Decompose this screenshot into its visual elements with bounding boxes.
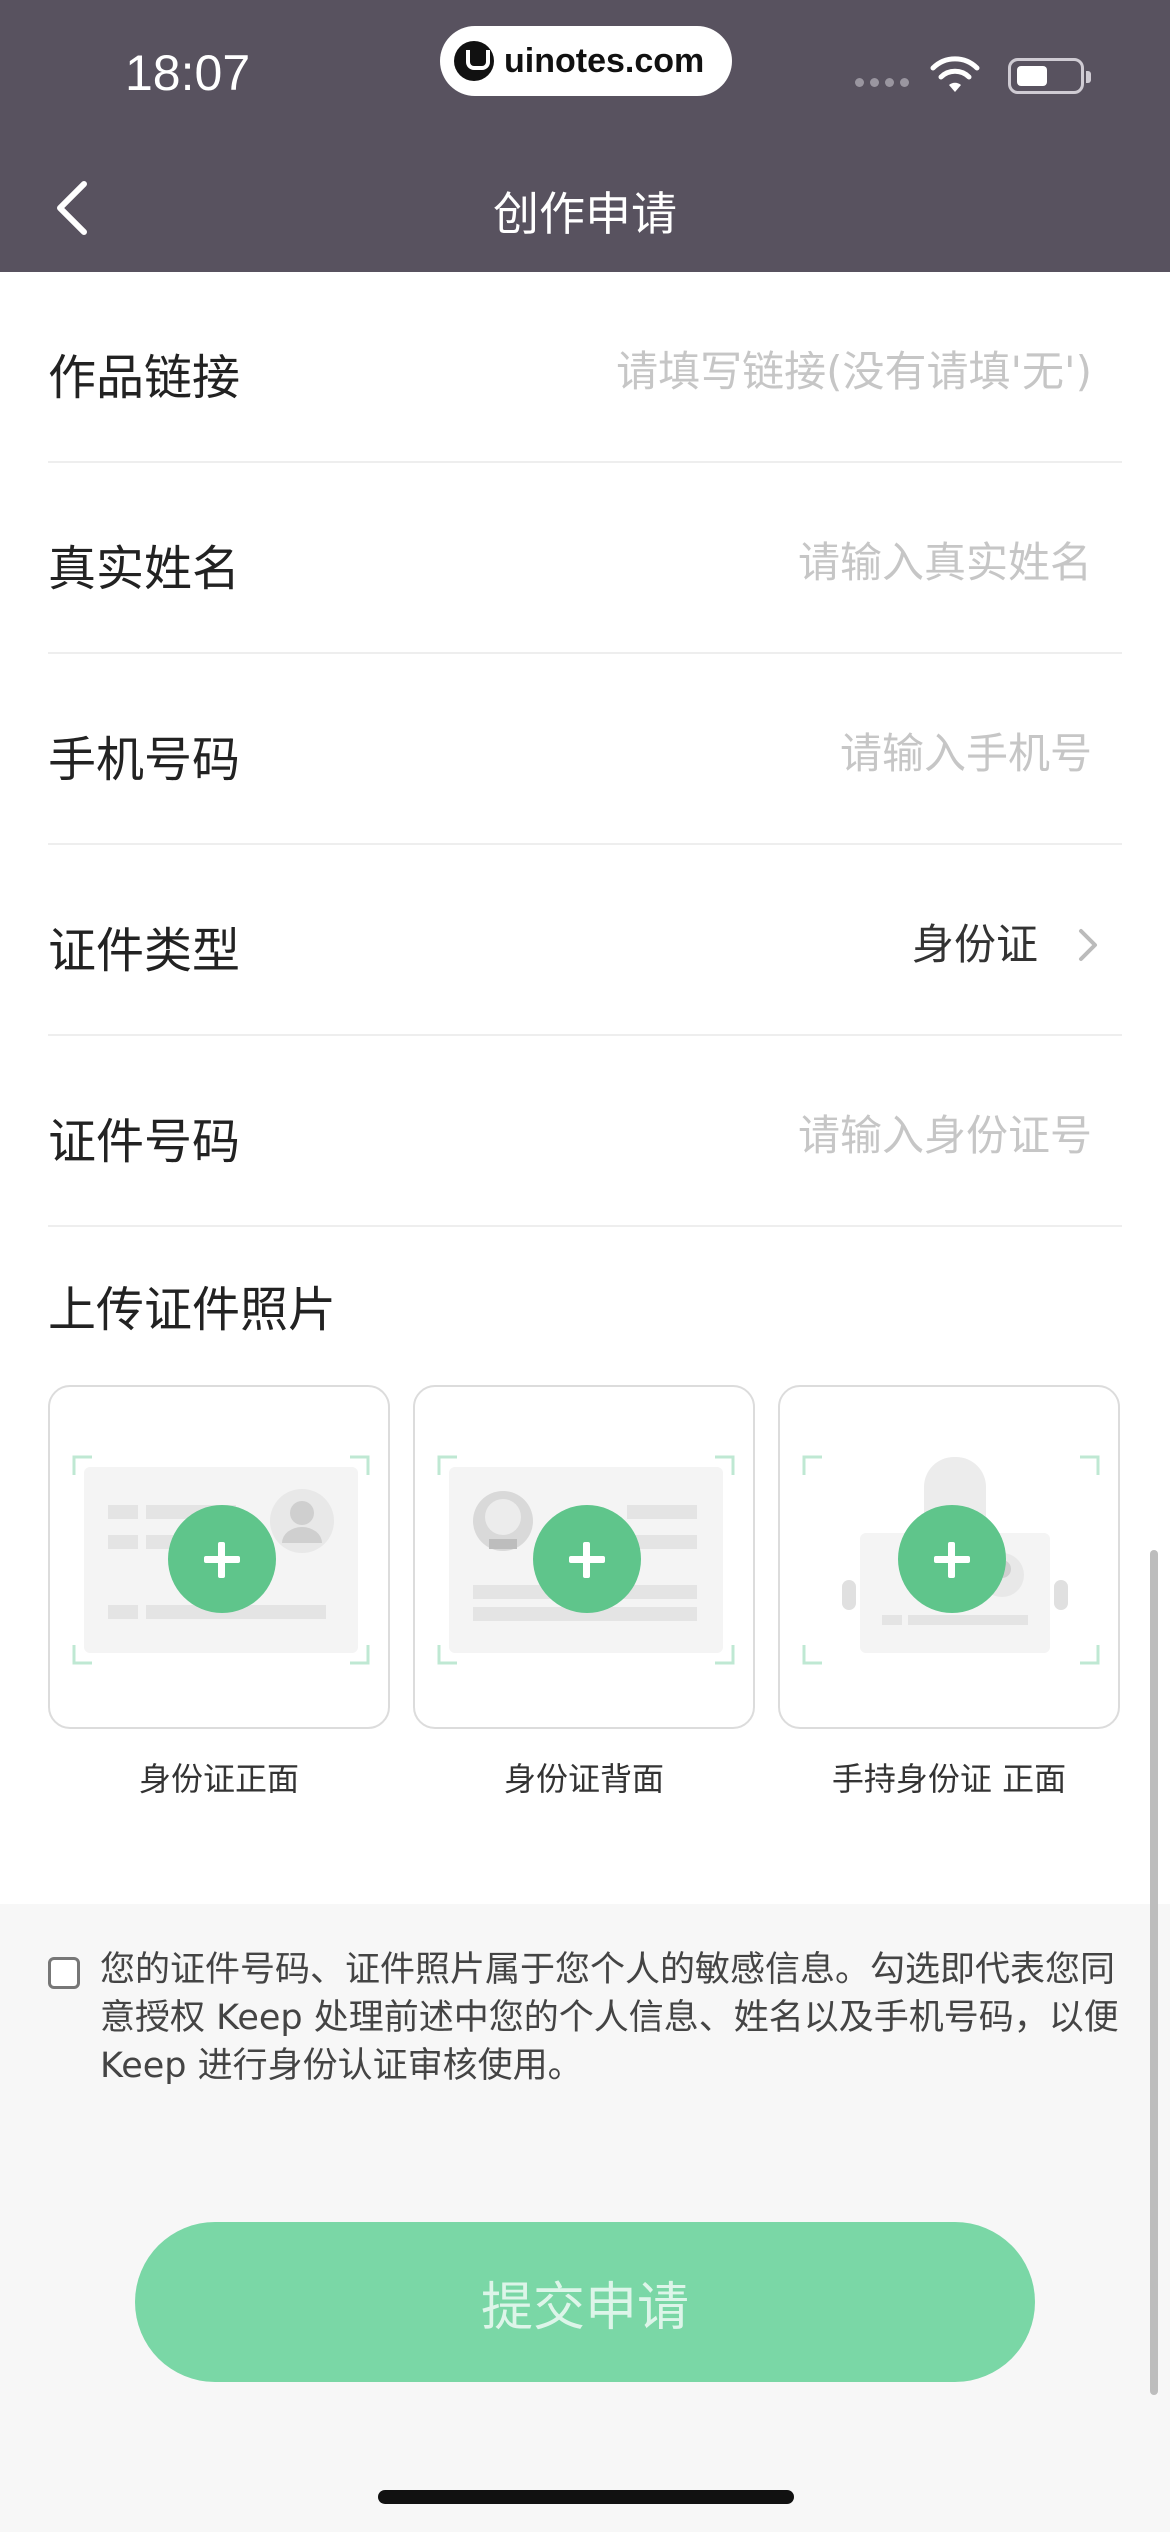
upload-id-front-card[interactable] — [48, 1385, 390, 1729]
battery-icon — [1008, 58, 1091, 94]
id-number-input[interactable]: 请输入身份证号 — [798, 1102, 1092, 1163]
upload-title: 上传证件照片 — [48, 1282, 337, 1338]
scrollbar[interactable] — [1150, 1550, 1158, 2395]
id-back-label: 身份证背面 — [503, 1760, 664, 1798]
id-type-value[interactable]: 身份证 — [912, 911, 1038, 972]
consent-checkbox[interactable] — [48, 1957, 80, 1989]
submit-button[interactable]: 提交申请 — [135, 2222, 1035, 2382]
id-type-label: 证件类型 — [48, 923, 241, 979]
add-photo-icon[interactable] — [898, 1505, 1006, 1613]
add-photo-icon[interactable] — [168, 1505, 276, 1613]
work-link-row[interactable]: 作品链接 请填写链接(没有请填'无') — [48, 272, 1122, 463]
id-type-row[interactable]: 证件类型 身份证 — [48, 845, 1122, 1036]
status-time: 18:07 — [125, 45, 251, 101]
add-photo-icon[interactable] — [533, 1505, 641, 1613]
application-form: 作品链接 请填写链接(没有请填'无') 真实姓名 请输入真实姓名 手机号码 请输… — [0, 272, 1170, 1227]
work-link-label: 作品链接 — [48, 350, 241, 406]
phone-row[interactable]: 手机号码 请输入手机号 — [48, 654, 1122, 845]
phone-input[interactable]: 请输入手机号 — [840, 720, 1092, 781]
header: 18:07 uinotes.com 创作申请 — [0, 0, 1170, 272]
url-text: uinotes.com — [504, 41, 705, 80]
page-title: 创作申请 — [493, 187, 677, 241]
real-name-label: 真实姓名 — [48, 541, 241, 597]
phone-label: 手机号码 — [48, 732, 241, 788]
consent-text: 您的证件号码、证件照片属于您个人的敏感信息。勾选即代表您同意授权 Keep 处理… — [100, 1950, 1119, 2086]
url-pill[interactable]: uinotes.com — [440, 26, 732, 96]
upload-handheld-id-card[interactable] — [778, 1385, 1120, 1729]
handheld-id-label: 手持身份证 正面 — [831, 1760, 1067, 1798]
wifi-icon — [930, 56, 980, 92]
real-name-row[interactable]: 真实姓名 请输入真实姓名 — [48, 463, 1122, 654]
chevron-right-icon — [1079, 929, 1097, 961]
id-front-label: 身份证正面 — [138, 1760, 299, 1798]
upload-id-back-card[interactable] — [413, 1385, 755, 1729]
home-indicator — [378, 2490, 794, 2504]
site-logo-icon — [454, 41, 494, 81]
id-number-row[interactable]: 证件号码 请输入身份证号 — [48, 1036, 1122, 1227]
work-link-input[interactable]: 请填写链接(没有请填'无') — [616, 338, 1092, 399]
real-name-input[interactable]: 请输入真实姓名 — [798, 529, 1092, 590]
cellular-signal-icon — [855, 78, 909, 87]
id-number-label: 证件号码 — [48, 1114, 241, 1170]
